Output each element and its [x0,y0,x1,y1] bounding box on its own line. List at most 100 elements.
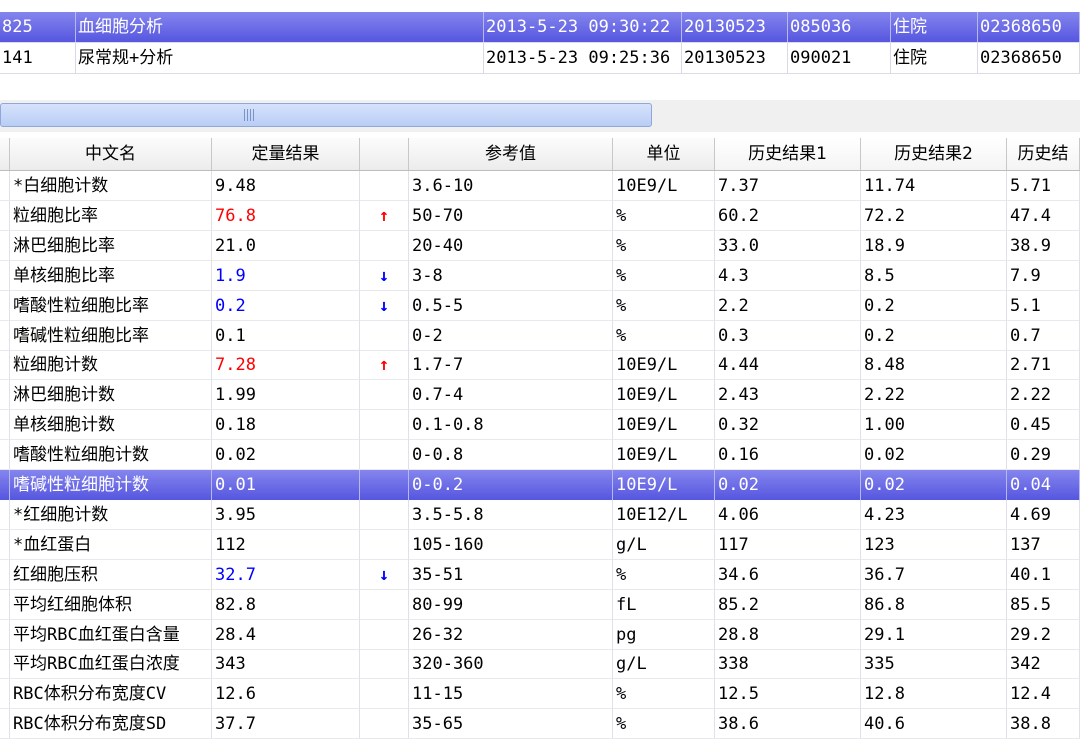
row-selector[interactable] [0,230,10,261]
table-row[interactable]: 单核细胞比率 1.9 ↓ 3-8% 4.3 8.5 7.9 [0,260,1080,291]
cell-ref: 0-0.8 [409,440,613,471]
cell-h2: 72.2 [861,200,1007,231]
row-selector[interactable] [0,499,10,530]
cell-result: 82.8 [212,589,360,620]
results-table-header: 中文名 定量结果 参考值 单位 历史结果1 历史结果2 历史结 [0,138,1080,171]
cell-h1: 4.06 [715,499,861,530]
col-header-reference[interactable]: 参考值 [409,138,613,170]
row-selector-header [0,138,10,170]
cell-unit: % [613,559,715,590]
row-selector[interactable] [0,290,10,321]
col-header-history-3[interactable]: 历史结 [1007,138,1080,170]
table-row[interactable]: 平均红细胞体积 82.8 80-99 fL 85.2 86.8 85.5 [0,589,1080,620]
table-row[interactable]: 平均RBC血红蛋白含量 28.4 26-32 pg 28.8 29.1 29.2 [0,619,1080,650]
cell-h2: 0.2 [861,290,1007,321]
table-row[interactable]: *白细胞计数 9.48 3.6-10 10E9/L 7.37 11.74 5.71 [0,171,1080,201]
table-row[interactable]: 嗜酸性粒细胞计数 0.02 0-0.8 10E9/L 0.16 0.02 0.29 [0,440,1080,471]
col-header-unit[interactable]: 单位 [613,138,715,170]
cell-ref: 0-0.2 [409,470,613,500]
col-header-name[interactable]: 中文名 [10,138,212,170]
cell-h1: 2.2 [715,290,861,321]
cell-h2: 123 [861,529,1007,560]
cell-result: 0.02 [212,440,360,471]
cell-name: 粒细胞比率 [10,200,212,231]
col-header-history-2[interactable]: 历史结果2 [861,138,1007,170]
cell-name: RBC体积分布宽度SD [10,709,212,740]
low-arrow-icon: ↓ [360,559,409,590]
cell-result: 9.48 [212,171,360,201]
cell-ref: 3.6-10 [409,171,613,201]
cell-unit: g/L [613,529,715,560]
cell-ref: 3.5-5.8 [409,499,613,530]
table-row[interactable]: 淋巴细胞比率 21.0 20-40% 33.0 18.9 38.9 [0,230,1080,261]
cell-h1: 7.37 [715,171,861,201]
row-selector[interactable] [0,589,10,620]
cell-name: 单核细胞计数 [10,410,212,441]
row-selector[interactable] [0,440,10,471]
col-header-history-1[interactable]: 历史结果1 [715,138,861,170]
cell-h2: 0.02 [861,440,1007,471]
order-row[interactable]: 141 尿常规+分析 2013-5-23 09:25:36 20130523 09002… [0,43,1080,73]
row-selector[interactable] [0,529,10,560]
cell-result: 1.99 [212,380,360,411]
table-row[interactable]: RBC体积分布宽度CV 12.6 11-15% 12.5 12.8 12.4 [0,679,1080,710]
cell-h2: 4.23 [861,499,1007,530]
table-row[interactable]: 平均RBC血红蛋白浓度 343 320-360 g/L 338 335 342 [0,649,1080,680]
row-selector[interactable] [0,709,10,740]
row-selector[interactable] [0,619,10,650]
cell-unit: 10E9/L [613,440,715,471]
table-row[interactable]: 嗜碱性粒细胞比率 0.1 0-2% 0.3 0.2 0.7 [0,320,1080,351]
cell-ref: 0.1-0.8 [409,410,613,441]
table-row[interactable]: 嗜碱性粒细胞计数 0.01 0-0.2 10E9/L 0.02 0.02 0.04 [0,470,1080,500]
row-selector[interactable] [0,320,10,351]
row-selector[interactable] [0,380,10,411]
row-divider [0,42,1080,43]
cell-ref: 50-70 [409,200,613,231]
order-cell-time: 2013-5-23 09:25:36 [484,43,682,73]
cell-h1: 28.8 [715,619,861,650]
cell-ref: 20-40 [409,230,613,261]
row-selector[interactable] [0,649,10,680]
table-row[interactable]: 嗜酸性粒细胞比率 0.2 ↓ 0.5-5% 2.2 0.2 5.1 [0,290,1080,321]
cell-result: 3.95 [212,499,360,530]
row-selector[interactable] [0,171,10,201]
col-header-result[interactable]: 定量结果 [212,138,360,170]
cell-h2: 36.7 [861,559,1007,590]
order-row[interactable]: 825 血细胞分析 2013-5-23 09:30:22 20130523 085036… [0,12,1080,42]
flag-cell [360,499,409,530]
cell-h1: 2.43 [715,380,861,411]
horizontal-scrollbar[interactable] [0,100,1080,132]
cell-h2: 12.8 [861,679,1007,710]
cell-ref: 105-160 [409,529,613,560]
table-row[interactable]: 淋巴细胞计数 1.99 0.7-4 10E9/L 2.43 2.22 2.22 [0,380,1080,411]
cell-h2: 86.8 [861,589,1007,620]
cell-name: 嗜碱性粒细胞计数 [10,470,212,500]
cell-h3: 0.45 [1007,410,1080,441]
cell-result: 28.4 [212,619,360,650]
order-cell-patient: 02368650 [978,43,1080,73]
row-selector[interactable] [0,260,10,291]
row-selector[interactable] [0,559,10,590]
table-row[interactable]: 粒细胞计数 7.28 ↑ 1.7-7 10E9/L 4.44 8.48 2.71 [0,350,1080,381]
table-row[interactable]: *红细胞计数 3.95 3.5-5.8 10E12/L 4.06 4.23 4.69 [0,499,1080,530]
table-row[interactable]: RBC体积分布宽度SD 37.7 35-65% 38.6 40.6 38.8 [0,709,1080,740]
row-selector[interactable] [0,679,10,710]
cell-h3: 5.71 [1007,171,1080,201]
row-selector[interactable] [0,470,10,500]
cell-result: 1.9 [212,260,360,291]
table-row[interactable]: 粒细胞比率 76.8 ↑ 50-70% 60.2 72.2 47.4 [0,200,1080,231]
table-row[interactable]: *血红蛋白 112 105-160 g/L 117 123 137 [0,529,1080,560]
cell-name: 淋巴细胞计数 [10,380,212,411]
order-cell-name: 血细胞分析 [76,12,484,42]
col-header-flag[interactable] [360,138,409,170]
row-selector[interactable] [0,200,10,231]
row-selector[interactable] [0,410,10,441]
row-selector[interactable] [0,350,10,381]
cell-result: 112 [212,529,360,560]
table-row[interactable]: 红细胞压积 32.7 ↓ 35-51% 34.6 36.7 40.1 [0,559,1080,590]
cell-ref: 0-2 [409,320,613,351]
table-row[interactable]: 单核细胞计数 0.18 0.1-0.8 10E9/L 0.32 1.00 0.45 [0,410,1080,441]
results-table: 中文名 定量结果 参考值 单位 历史结果1 历史结果2 历史结 *白细胞计数 9.… [0,138,1080,742]
scrollbar-thumb[interactable] [0,103,652,127]
order-cell-date: 20130523 [682,12,788,42]
